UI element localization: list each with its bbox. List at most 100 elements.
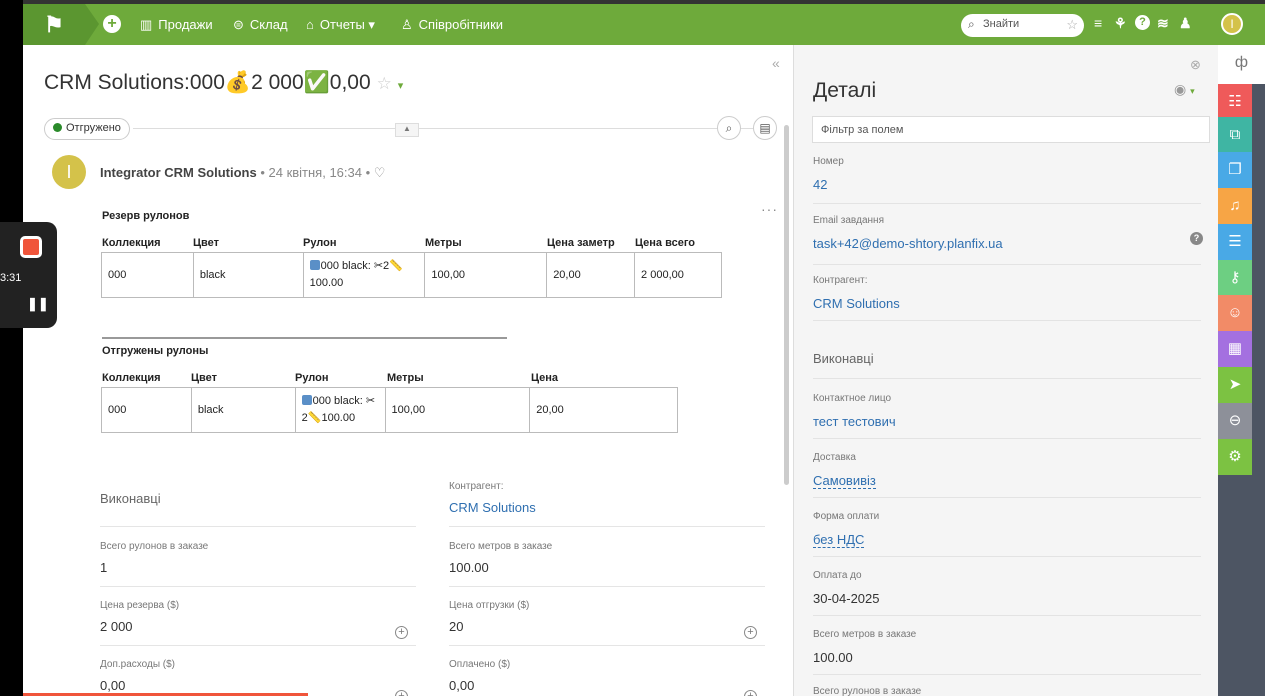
pause-recording-button[interactable]: ❚❚ [27,296,49,312]
user-avatar[interactable]: I [1221,13,1243,35]
status-badge[interactable]: Отгружено [44,118,130,140]
checklist-icon[interactable]: ☰ [1218,224,1252,260]
comment-author[interactable]: Integrator CRM Solutions [100,165,257,180]
planfix-logo[interactable]: ⚑ [23,4,85,45]
field-counterparty[interactable]: Контрагент: CRM Solutions [449,481,765,527]
chevron-down-icon[interactable]: ▾ [398,80,404,92]
search-placeholder: Знайти [983,18,1020,30]
cell-color: black [192,252,304,298]
contact-icon[interactable]: ☺ [1218,295,1252,331]
field-label: Всего рулонов в заказе [100,541,209,552]
detail-email[interactable]: Email завдання task+42@demo-shtory.planf… [813,215,1203,265]
shipped-table-title: Отгружены рулоны [102,345,209,357]
detail-value[interactable]: тест тестович [813,414,1201,429]
detail-payment-due[interactable]: Оплата до 30-04-2025 [813,570,1201,616]
layers-icon[interactable]: ≋ [1157,15,1169,32]
help-icon[interactable]: ? [1190,232,1203,245]
process-icon[interactable]: ☷ [1218,84,1252,120]
logo-arrow [85,4,99,45]
add-value-icon[interactable]: + [744,626,757,639]
detail-contact-person[interactable]: Контактное лицо тест тестович [813,393,1201,439]
nav-reports[interactable]: ⌂ Отчеты ▾ [306,4,375,45]
add-new-button[interactable]: + [103,15,121,33]
search-icon: ⌕ [725,121,733,135]
nav-warehouse-label: Склад [249,17,288,32]
nav-employees[interactable]: ♙ Співробітники [401,4,503,45]
field-shipping-price[interactable]: Цена отгрузки ($) 20 + [449,600,765,646]
settings-icon[interactable]: ⚙ [1218,439,1252,475]
tools-icon[interactable]: ⚘ [1114,15,1127,32]
structure-icon[interactable]: ⧉ [1218,117,1252,153]
detail-total-rolls[interactable]: Всего рулонов в заказе [813,686,1201,696]
close-icon[interactable]: ⊗ [1190,57,1201,73]
detail-value[interactable]: Самовивіз [813,473,876,489]
detail-label: Контрагент: [813,275,868,286]
roll-line1: 000 black: ✂2📏 [320,260,403,272]
field-extra-costs[interactable]: Доп.расходы ($) 0,00 + [100,659,416,696]
field-label: Доп.расходы ($) [100,659,176,670]
more-options-icon[interactable]: ··· [761,201,778,217]
main-scrollbar[interactable] [784,125,789,485]
send-icon[interactable]: ➤ [1218,367,1252,403]
detail-executors[interactable]: Виконавці [813,343,1201,379]
field-filter-input[interactable]: Фільтр за полем [812,116,1210,143]
add-value-icon[interactable]: + [395,690,408,696]
field-value: 20 [449,619,464,634]
detail-counterparty[interactable]: Контрагент: CRM Solutions [813,275,1201,321]
reserve-header-meters: Метры [425,237,462,249]
field-executors[interactable]: Виконавці [100,491,416,527]
search-comments-button[interactable]: ⌕ [717,116,741,140]
task-main-area: « CRM Solutions:000💰2 000✅0,00 ☆ ▾ Отгруж… [23,45,793,696]
detail-number[interactable]: Номер 42 [813,156,1201,204]
reserve-table: 000 black 000 black: ✂2📏 100.00 100,00 20… [101,252,722,298]
favorite-star-icon[interactable]: ☆ [1066,17,1078,33]
detail-value[interactable]: без НДС [813,532,865,548]
comment-meta: • 24 квітня, 16:34 • ♡ [256,165,386,180]
detail-value[interactable]: CRM Solutions [813,296,1201,311]
nav-warehouse[interactable]: ⊜ Склад [233,4,288,45]
menu-icon[interactable]: ≡ [1094,15,1102,31]
shipped-table: 000 black 000 black: ✂ 2📏100.00 100,00 20… [101,387,678,433]
favorite-star-icon[interactable]: ☆ [377,74,392,93]
files-icon[interactable]: ❐ [1218,152,1252,188]
minus-circle-icon[interactable]: ⊖ [1218,403,1252,439]
search-icon: ⌕ [968,17,975,31]
analytics-icon[interactable]: ▦ [1218,331,1252,367]
stop-recording-button[interactable] [20,236,42,258]
key-icon[interactable]: ⚷ [1218,260,1252,296]
comment-author-avatar[interactable]: I [52,155,86,189]
detail-delivery[interactable]: Доставка Самовивіз [813,452,1201,498]
shipped-header-price: Цена [531,372,559,384]
detail-label: Форма оплати [813,511,880,522]
detail-payment-form[interactable]: Форма оплати без НДС [813,511,1201,557]
search-input[interactable]: ⌕ Знайти ☆ [961,14,1084,37]
field-total-meters[interactable]: Всего метров в заказе 100.00 [449,541,765,587]
shipped-header-color: Цвет [191,372,218,384]
scroll-up-button[interactable]: ▲ [395,123,419,137]
nav-sales[interactable]: ▥ Продажи [140,4,213,45]
add-value-icon[interactable]: + [395,626,408,639]
right-tools-strip: ф ☷ ⧉ ❐ ♫ ☰ ⚷ ☺ ▦ ➤ ⊖ ⚙ [1218,45,1265,696]
detail-label: Контактное лицо [813,393,892,404]
details-panel: ⊗ Деталі ◉ ▾ Фільтр за полем Номер 42 Em… [793,45,1218,696]
detail-value: 30-04-2025 [813,591,880,606]
field-reserve-price[interactable]: Цена резерва ($) 2 000 + [100,600,416,646]
help-icon[interactable]: ? [1135,15,1150,30]
user-icon[interactable]: ♟ [1179,15,1192,32]
collapse-panel-icon[interactable]: « [772,55,780,71]
bell-icon[interactable]: ♫ [1218,188,1252,224]
eye-icon[interactable]: ◉ ▾ [1174,81,1195,98]
detail-total-meters[interactable]: Всего метров в заказе 100.00 [813,629,1201,675]
field-paid[interactable]: Оплачено ($) 0,00 + [449,659,765,696]
add-value-icon[interactable]: + [744,690,757,696]
detail-label: Всего рулонов в заказе [813,686,922,696]
detail-value[interactable]: task+42@demo-shtory.planfix.ua [813,236,1201,251]
field-total-rolls[interactable]: Всего рулонов в заказе 1 [100,541,416,587]
field-value[interactable]: CRM Solutions [449,500,765,515]
pin-icon[interactable]: ф [1218,45,1265,84]
field-value: 1 [100,560,108,575]
detail-value: 100.00 [813,650,853,665]
reserve-header-price-per-meter: Цена заметр [547,237,615,249]
detail-value[interactable]: 42 [813,177,1201,192]
comment-settings-button[interactable]: ▤ [753,116,777,140]
